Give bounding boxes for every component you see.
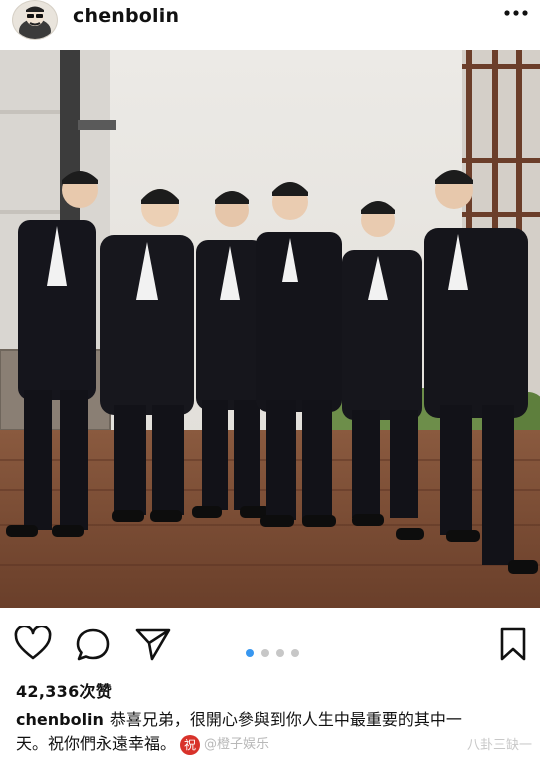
blessing-emoji: 祝: [180, 734, 201, 755]
paper-plane-icon[interactable]: [134, 626, 172, 662]
carousel-dot[interactable]: [291, 649, 299, 657]
weibo-watermark: @橙子娱乐: [204, 736, 270, 752]
caption-text-line2: 天。祝你們永遠幸福。: [16, 734, 177, 753]
corner-watermark: 八卦三缺一: [466, 738, 532, 753]
comment-bubble-icon[interactable]: [74, 626, 112, 662]
post-username[interactable]: chenbolin: [73, 5, 179, 27]
heart-icon[interactable]: [14, 626, 52, 662]
bookmark-icon[interactable]: [496, 626, 530, 662]
carousel-dot[interactable]: [276, 649, 284, 657]
caption-text-line1: 恭喜兄弟，很開心參與到你人生中最重要的其中一: [109, 710, 462, 729]
action-bar: [0, 612, 540, 672]
post-header: chenbolin: [0, 0, 540, 48]
more-horizontal-icon[interactable]: [504, 10, 528, 16]
post-caption: chenbolin 恭喜兄弟，很開心參與到你人生中最重要的其中一 天。祝你們永遠幸…: [16, 708, 536, 757]
like-count[interactable]: 42,336次赞: [16, 678, 112, 702]
carousel-dot-active[interactable]: [246, 649, 254, 657]
carousel-dot[interactable]: [261, 649, 269, 657]
post-photo[interactable]: [0, 50, 540, 608]
avatar[interactable]: [12, 0, 58, 40]
caption-username[interactable]: chenbolin: [16, 710, 104, 729]
